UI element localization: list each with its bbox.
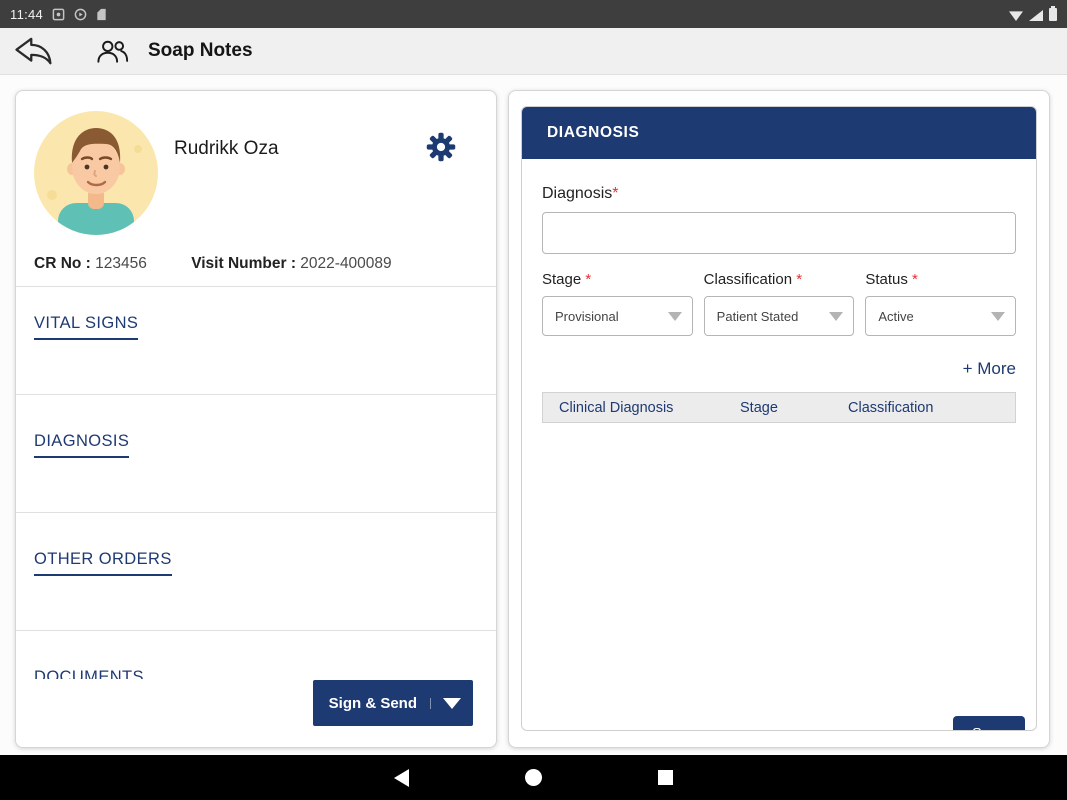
play-store-icon (74, 8, 87, 21)
cell-signal-icon (1029, 10, 1043, 21)
screenshot-icon (52, 8, 65, 21)
required-marker: * (796, 271, 802, 288)
nav-back-icon[interactable] (394, 769, 409, 787)
back-arrow-icon[interactable] (12, 36, 54, 66)
clock: 11:44 (10, 7, 43, 22)
battery-icon (1049, 8, 1057, 21)
section-label-other-orders[interactable]: OTHER ORDERS (34, 550, 172, 576)
diagnosis-panel: DIAGNOSIS Diagnosis* Stage * Classificat… (521, 106, 1037, 731)
diagnosis-table-header: Clinical Diagnosis Stage Classification (542, 392, 1016, 423)
required-marker: * (585, 271, 591, 288)
wifi-icon (1009, 10, 1023, 21)
sim-card-icon (96, 8, 107, 21)
section-nav: VITAL SIGNS DIAGNOSIS OTHER ORDERS DOCUM… (16, 286, 496, 747)
android-nav-bar (0, 755, 1067, 800)
status-bar: 11:44 (0, 0, 1067, 28)
diagnosis-field-label: Diagnosis* (542, 185, 1016, 203)
nav-recents-icon[interactable] (658, 770, 673, 785)
visit-number-label: Visit Number : (191, 255, 296, 272)
table-header-clinical-diagnosis: Clinical Diagnosis (543, 400, 740, 416)
diagnosis-label-text: Diagnosis (542, 185, 612, 202)
required-marker: * (612, 185, 618, 202)
sign-and-send-dropdown[interactable] (430, 698, 461, 709)
stage-label-text: Stage (542, 271, 581, 288)
stage-select-value: Provisional (555, 309, 619, 324)
sign-and-send-button[interactable]: Sign & Send (313, 680, 473, 726)
patients-icon (95, 38, 129, 65)
app-header: Soap Notes (0, 28, 1067, 75)
chevron-down-icon (443, 698, 461, 709)
section-vital-signs[interactable]: VITAL SIGNS (16, 287, 496, 395)
status-label-text: Status (865, 271, 908, 288)
gear-icon[interactable] (426, 132, 456, 162)
required-marker: * (912, 271, 918, 288)
status-select-value: Active (878, 309, 913, 324)
diagnosis-panel-body: Diagnosis* Stage * Classification * Stat… (522, 185, 1036, 731)
chevron-down-icon (668, 312, 682, 321)
section-diagnosis[interactable]: DIAGNOSIS (16, 395, 496, 513)
status-select[interactable]: Active (865, 296, 1016, 336)
section-other-orders[interactable]: OTHER ORDERS (16, 513, 496, 631)
more-link[interactable]: + More (542, 359, 1016, 379)
classification-label: Classification * (704, 271, 855, 288)
chevron-down-icon (991, 312, 1005, 321)
classification-select[interactable]: Patient Stated (704, 296, 855, 336)
diagnosis-panel-title: DIAGNOSIS (547, 124, 639, 142)
table-header-stage: Stage (740, 400, 848, 416)
classification-select-value: Patient Stated (717, 309, 799, 324)
patient-card-footer: Sign & Send (16, 679, 496, 747)
diagnosis-panel-header: DIAGNOSIS (522, 107, 1036, 159)
visit-number-value: 2022-400089 (300, 255, 391, 272)
classification-label-text: Classification (704, 271, 792, 288)
sign-and-send-label: Sign & Send (329, 695, 417, 712)
cr-no-label: CR No : (34, 255, 91, 272)
patient-name: Rudrikk Oza (174, 138, 279, 160)
patient-avatar (34, 111, 158, 235)
diagnosis-input[interactable] (542, 212, 1016, 254)
stage-select[interactable]: Provisional (542, 296, 693, 336)
screen: 11:44 (0, 0, 1067, 800)
chevron-down-icon (829, 312, 843, 321)
nav-home-icon[interactable] (525, 769, 542, 786)
patient-card: Rudrikk Oza CR No : 123456 Visit Number (15, 90, 497, 748)
content-area: Rudrikk Oza CR No : 123456 Visit Number (0, 75, 1067, 755)
stage-label: Stage * (542, 271, 693, 288)
diagnosis-card: DIAGNOSIS Diagnosis* Stage * Classificat… (508, 90, 1050, 748)
section-label-vital-signs[interactable]: VITAL SIGNS (34, 314, 138, 340)
status-label: Status * (865, 271, 1016, 288)
table-header-classification: Classification (848, 400, 1015, 416)
page-title: Soap Notes (148, 40, 253, 62)
patient-identifiers: CR No : 123456 Visit Number : 2022-40008… (34, 255, 392, 273)
cr-no-value: 123456 (95, 255, 147, 272)
save-button[interactable]: Save (953, 716, 1025, 731)
section-label-diagnosis[interactable]: DIAGNOSIS (34, 432, 129, 458)
